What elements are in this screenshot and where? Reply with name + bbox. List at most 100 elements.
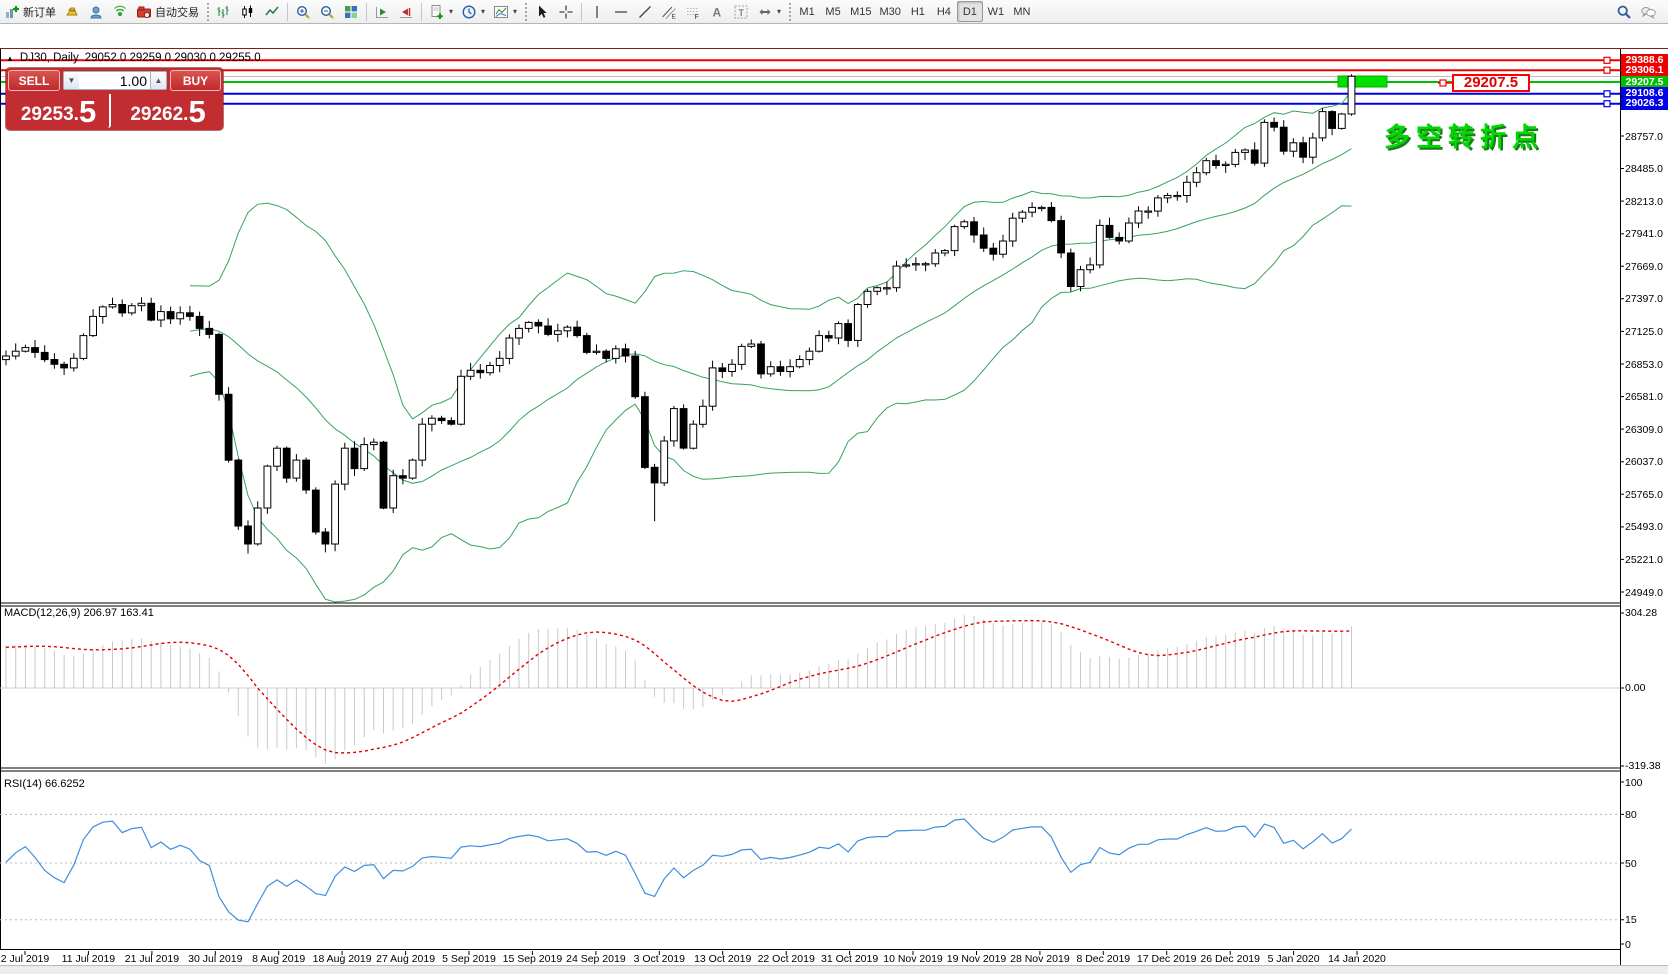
- toolbar-separator: [366, 3, 367, 21]
- toolbar-drag-handle[interactable]: [523, 3, 528, 21]
- candles-layer: [3, 74, 1355, 553]
- fibonacci-button[interactable]: E: [657, 1, 681, 22]
- timeframe-d1-button[interactable]: D1: [957, 1, 983, 22]
- autotrading-button[interactable]: 自动交易: [132, 1, 203, 22]
- toolbar-separator: [287, 3, 288, 21]
- sell-price-frac: 5: [79, 98, 96, 126]
- price-tick-label: 27669.0: [1625, 261, 1663, 273]
- trendline-button[interactable]: [633, 1, 657, 22]
- sell-price-main: 29253: [21, 104, 74, 126]
- price-tag-box[interactable]: 29207.5: [1452, 74, 1530, 92]
- date-tick-label: 28 Nov 2019: [1010, 953, 1070, 965]
- price-tick-label: 27397.0: [1625, 293, 1663, 305]
- annotation-text[interactable]: 多空转折点: [1384, 117, 1544, 154]
- toolbar-drag-handle[interactable]: [205, 3, 210, 21]
- timeframe-m30-button[interactable]: M30: [875, 1, 904, 22]
- gold-ingot-icon[interactable]: [60, 1, 84, 22]
- bar-chart-button-glyph: [216, 4, 232, 20]
- signals-icon[interactable]: [108, 1, 132, 22]
- macd-scale-min: -319.38: [1625, 760, 1661, 772]
- channels-button[interactable]: F: [681, 1, 705, 22]
- date-tick-label: 21 Jul 2019: [125, 953, 179, 965]
- rsi-scale-label: 50: [1625, 858, 1637, 870]
- timeframe-h1-button[interactable]: H1: [905, 1, 931, 22]
- chart-shift-button[interactable]: [394, 1, 418, 22]
- dropdown-caret-icon[interactable]: ▾: [481, 7, 485, 16]
- date-tick-label: 14 Jan 2020: [1328, 953, 1386, 965]
- timeframe-m5-button[interactable]: M5: [820, 1, 846, 22]
- trendline-button-glyph: [637, 4, 653, 20]
- buy-price-display[interactable]: 29262.5: [115, 94, 221, 128]
- autotrading-button-label: 自动交易: [155, 4, 199, 20]
- chat-icon-glyph: [1640, 4, 1656, 20]
- date-tick-label: 15 Sep 2019: [503, 953, 563, 965]
- arrows-button[interactable]: ▾: [753, 1, 785, 22]
- rsi-levels: [0, 814, 1620, 919]
- timeframe-m1-button[interactable]: M1: [794, 1, 820, 22]
- buy-button[interactable]: BUY: [170, 70, 221, 91]
- date-tick-label: 26 Dec 2019: [1200, 953, 1260, 965]
- text-label-button[interactable]: T: [729, 1, 753, 22]
- text-button[interactable]: A: [705, 1, 729, 22]
- date-tick-label: 31 Oct 2019: [821, 953, 878, 965]
- volume-decrease-button[interactable]: ▼: [63, 71, 80, 90]
- new-order-button-label: 新订单: [23, 4, 56, 20]
- cursor-button[interactable]: [530, 1, 554, 22]
- zoom-out-button[interactable]: [315, 1, 339, 22]
- volume-increase-button[interactable]: ▲: [150, 71, 167, 90]
- window-menu-arrow-icon[interactable]: ▲: [6, 54, 14, 63]
- arrows-button-glyph: [757, 4, 773, 20]
- zoom-in-button[interactable]: [291, 1, 315, 22]
- date-tick-label: 19 Nov 2019: [947, 953, 1007, 965]
- search-icon[interactable]: [1612, 1, 1636, 22]
- price-tick-label: 26853.0: [1625, 359, 1663, 371]
- line-chart-button[interactable]: [260, 1, 284, 22]
- rsi-scale-label: 100: [1625, 777, 1643, 789]
- date-tick-label: 5 Sep 2019: [442, 953, 496, 965]
- new-order-button[interactable]: 新订单: [0, 1, 60, 22]
- auto-scroll-button[interactable]: [370, 1, 394, 22]
- zoom-out-button-glyph: [319, 4, 335, 20]
- price-tick-label: 24949.0: [1625, 587, 1663, 599]
- bar-chart-button[interactable]: [212, 1, 236, 22]
- tile-windows-button[interactable]: [339, 1, 363, 22]
- sell-price-display[interactable]: 29253.5: [8, 94, 111, 128]
- gold-ingot-icon-glyph: [64, 4, 80, 20]
- dropdown-caret-icon[interactable]: ▾: [449, 7, 453, 16]
- price-tick-label: 27125.0: [1625, 326, 1663, 338]
- profile-icon[interactable]: [84, 1, 108, 22]
- date-tick-label: 11 Jul 2019: [62, 953, 116, 965]
- chat-icon[interactable]: [1636, 1, 1660, 22]
- dropdown-caret-icon[interactable]: ▾: [513, 7, 517, 16]
- toolbar-separator: [581, 3, 582, 21]
- rsi-scale-label: 0: [1625, 939, 1631, 951]
- macd-signal-line: [6, 621, 1352, 753]
- chart-window[interactable]: ▲ DJ30, Daily 29052.0 29259.0 29030.0 29…: [0, 24, 1668, 950]
- macd-scale-max: 304.28: [1625, 607, 1657, 619]
- date-tick-label: 13 Oct 2019: [694, 953, 751, 965]
- vertical-line-button[interactable]: [585, 1, 609, 22]
- chart-svg[interactable]: [0, 48, 1668, 965]
- timeframe-h4-button[interactable]: H4: [931, 1, 957, 22]
- indicators-button[interactable]: ▾: [489, 1, 521, 22]
- volume-input[interactable]: [79, 71, 151, 90]
- price-tick-label: 25221.0: [1625, 554, 1663, 566]
- templates-button[interactable]: ▾: [425, 1, 457, 22]
- horizontal-line-button[interactable]: [609, 1, 633, 22]
- toolbar-drag-handle[interactable]: [787, 3, 792, 21]
- timeframe-mn-button[interactable]: MN: [1009, 1, 1035, 22]
- candlestick-chart-button[interactable]: [236, 1, 260, 22]
- periods-button[interactable]: ▾: [457, 1, 489, 22]
- crosshair-button[interactable]: [554, 1, 578, 22]
- sell-button[interactable]: SELL: [8, 70, 60, 91]
- axis-ticks: [25, 136, 1624, 955]
- timeframe-m15-button[interactable]: M15: [846, 1, 875, 22]
- highlight-rect[interactable]: [1338, 76, 1387, 87]
- timeframe-w1-button[interactable]: W1: [983, 1, 1009, 22]
- date-tick-label: 10 Nov 2019: [883, 953, 943, 965]
- macd-histogram: [6, 615, 1352, 763]
- dropdown-caret-icon[interactable]: ▾: [777, 7, 781, 16]
- svg-text:A: A: [713, 5, 722, 19]
- date-tick-label: 22 Oct 2019: [758, 953, 815, 965]
- hline-price-tag: 29026.3: [1621, 97, 1668, 110]
